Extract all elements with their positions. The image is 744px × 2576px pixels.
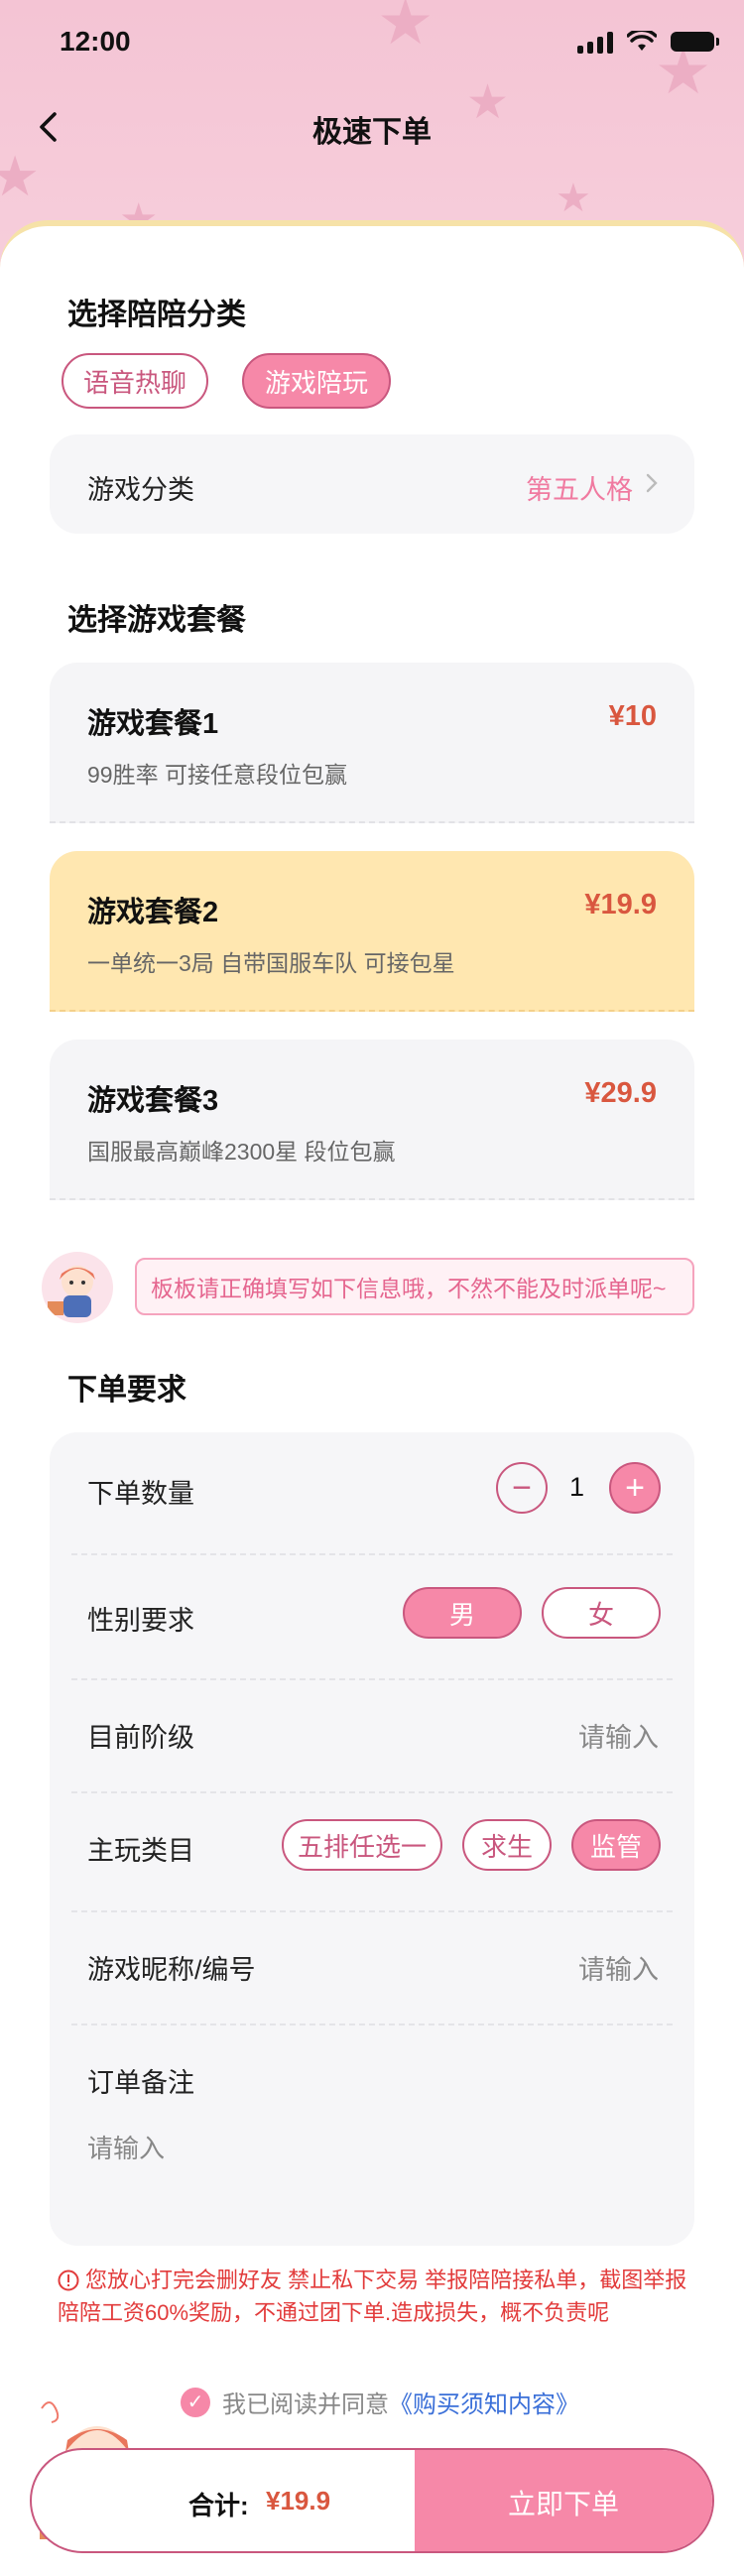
- star-decoration-icon: ★: [556, 177, 591, 220]
- main-type-option-survivor[interactable]: 求生: [462, 1819, 552, 1871]
- category-section-title: 选择陪陪分类: [67, 299, 246, 331]
- quantity-label: 下单数量: [87, 1479, 194, 1509]
- gender-female-option[interactable]: 女: [542, 1587, 661, 1639]
- info-icon: [58, 2269, 79, 2291]
- row-divider: [71, 1791, 673, 1793]
- warning-text: 您放心打完会删好友 禁止私下交易 举报陪陪接私单，截图举报陪陪工资60%奖励，不…: [58, 2268, 687, 2325]
- minus-icon: −: [512, 1468, 532, 1507]
- battery-icon: [671, 32, 719, 52]
- mascot-icon: [48, 1266, 95, 1317]
- package-card-1[interactable]: 游戏套餐1 ¥10 99胜率 可接任意段位包赢: [50, 663, 694, 823]
- package-price: ¥10: [608, 700, 657, 732]
- package-section-title: 选择游戏套餐: [67, 604, 246, 637]
- nickname-label: 游戏昵称/编号: [87, 1955, 256, 1985]
- main-type-option-five[interactable]: 五排任选一: [282, 1819, 442, 1871]
- wifi-icon: [627, 31, 657, 51]
- game-category-label: 游戏分类: [87, 475, 194, 505]
- agreement-link[interactable]: 《购买须知内容》: [389, 2385, 579, 2419]
- main-type-label: 主玩类目: [87, 1836, 194, 1866]
- package-name: 游戏套餐2: [87, 897, 219, 928]
- package-card-3[interactable]: 游戏套餐3 ¥29.9 国服最高巅峰2300星 段位包赢: [50, 1040, 694, 1200]
- rank-input[interactable]: 请输入: [578, 1716, 659, 1755]
- main-type-option-hunter[interactable]: 监管: [571, 1819, 661, 1871]
- status-icons: [577, 30, 719, 54]
- notice-bubble: 板板请正确填写如下信息哦，不然不能及时派单呢~: [135, 1258, 694, 1315]
- package-desc: 一单统一3局 自带国服车队 可接包星: [87, 950, 455, 976]
- total-value: ¥19.9: [266, 2486, 331, 2515]
- package-name: 游戏套餐1: [87, 708, 219, 740]
- quantity-plus-button[interactable]: +: [609, 1462, 661, 1514]
- game-category-value: 第五人格: [526, 475, 633, 505]
- requirements-section-title: 下单要求: [67, 1374, 186, 1407]
- package-card-2[interactable]: 游戏套餐2 ¥19.9 一单统一3局 自带国服车队 可接包星: [50, 851, 694, 1012]
- package-desc: 99胜率 可接任意段位包赢: [87, 762, 347, 788]
- requirements-card: 下单数量 − 1 + 性别要求 男 女 目前阶级 请输入 主玩类目 五排任选一 …: [50, 1432, 694, 2246]
- game-category-row[interactable]: 游戏分类 第五人格: [50, 434, 694, 534]
- quantity-value: 1: [569, 1472, 585, 1502]
- total-label: 合计:: [188, 2491, 249, 2520]
- package-name: 游戏套餐3: [87, 1085, 219, 1117]
- remark-input[interactable]: 请输入: [87, 2129, 165, 2165]
- nickname-input[interactable]: 请输入: [578, 1948, 659, 1987]
- status-time: 12:00: [60, 26, 131, 57]
- row-divider: [71, 1678, 673, 1680]
- content-sheet: 选择陪陪分类 语音热聊 游戏陪玩 游戏分类 第五人格 选择游戏套餐 游戏套餐1 …: [0, 220, 744, 2576]
- bottom-order-bar: 合计: ¥19.9 立即下单: [30, 2448, 714, 2553]
- mascot-avatar: [42, 1252, 113, 1323]
- nav-bar: 极速下单: [0, 87, 744, 167]
- package-desc: 国服最高巅峰2300星 段位包赢: [87, 1139, 396, 1165]
- signal-icon: [577, 30, 613, 54]
- notice-text: 板板请正确填写如下信息哦，不然不能及时派单呢~: [151, 1276, 667, 1301]
- quantity-minus-button[interactable]: −: [496, 1462, 548, 1514]
- row-divider: [71, 2024, 673, 2025]
- gender-male-option[interactable]: 男: [403, 1587, 522, 1639]
- checkbox-checked-icon[interactable]: ✓: [181, 2387, 210, 2417]
- remark-label: 订单备注: [87, 2068, 194, 2098]
- chevron-right-icon: [646, 473, 658, 493]
- row-divider: [71, 1910, 673, 1912]
- rank-label: 目前阶级: [87, 1723, 194, 1753]
- agreement-row[interactable]: ✓ 我已阅读并同意 《购买须知内容》: [181, 2385, 579, 2419]
- submit-order-button[interactable]: 立即下单: [415, 2450, 712, 2551]
- package-price: ¥29.9: [584, 1077, 657, 1109]
- package-price: ¥19.9: [584, 889, 657, 920]
- warning-block: 您放心打完会删好友 禁止私下交易 举报陪陪接私单，截图举报陪陪工资60%奖励，不…: [58, 2264, 702, 2329]
- chip-game-companion[interactable]: 游戏陪玩: [242, 353, 391, 409]
- gender-label: 性别要求: [87, 1606, 194, 1636]
- page-title: 极速下单: [312, 116, 432, 149]
- plus-icon: +: [625, 1468, 645, 1507]
- chip-voice-chat[interactable]: 语音热聊: [62, 353, 208, 409]
- row-divider: [71, 1553, 673, 1555]
- status-bar: 12:00: [0, 0, 744, 87]
- agreement-prefix: 我已阅读并同意: [222, 2392, 389, 2418]
